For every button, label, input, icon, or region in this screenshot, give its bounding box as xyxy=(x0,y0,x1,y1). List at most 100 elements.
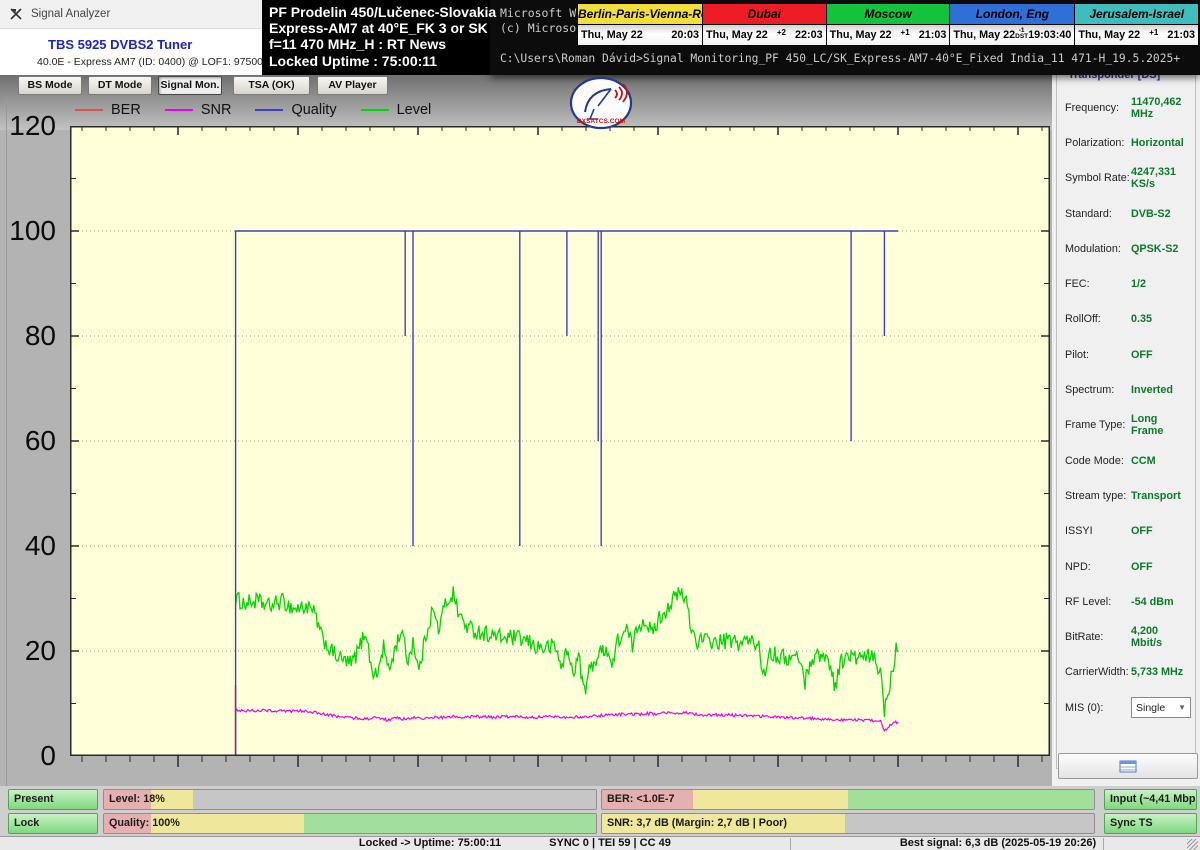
snr-bar: SNR: 3,7 dB (Margin: 2,7 dB | Poor) xyxy=(601,813,1095,834)
field-value: 11470,462 MHz xyxy=(1131,95,1182,120)
y-tick-label: 80 xyxy=(24,320,56,351)
field-label: Standard: xyxy=(1065,207,1112,220)
uptime-status: Locked -> Uptime: 75:00:11 xyxy=(358,837,502,849)
field-value: DVB-S2 xyxy=(1131,207,1171,220)
level-swatch xyxy=(360,109,389,111)
field-value: Horizontal xyxy=(1131,136,1184,149)
ber-bar: BER: <1.0E-7 xyxy=(601,789,1095,810)
tab-bs-mode[interactable]: BS Mode xyxy=(18,76,82,95)
bar-zone xyxy=(692,790,848,809)
clock-city-label: Dubai xyxy=(703,4,826,26)
transponder-field-row: Spectrum: Inverted xyxy=(1065,372,1191,407)
mis-dropdown[interactable]: Single ▼ xyxy=(1131,697,1191,719)
sidebar-export-button[interactable] xyxy=(1058,753,1198,779)
tab-tsa[interactable]: TSA (OK) xyxy=(233,76,310,95)
field-label: Code Mode: xyxy=(1065,454,1124,467)
field-label: Frequency: xyxy=(1065,101,1120,114)
tab-signal-mon[interactable]: Signal Mon. xyxy=(158,76,222,95)
legend-item-level: Level xyxy=(360,102,431,118)
quality-swatch xyxy=(255,109,284,111)
strip-divider xyxy=(790,838,791,850)
field-label: Frame Type: xyxy=(1065,419,1126,432)
field-label: ISSYI xyxy=(1065,525,1093,538)
mis-row: MIS (0): Single ▼ xyxy=(1065,690,1191,725)
field-value: 4247,331 KS/s xyxy=(1131,166,1177,191)
dxsatcs-logo: DXSATCS.COM xyxy=(569,76,633,135)
field-value: QPSK-S2 xyxy=(1131,242,1179,255)
lock-indicator: Lock xyxy=(8,813,98,834)
clock-city-label: Berlin-Paris-Vienna-Roma xyxy=(578,4,702,26)
bar-zone xyxy=(304,814,596,833)
chart-legend: BER SNR Quality Level xyxy=(75,100,455,120)
level-bar: Level: 18% xyxy=(103,789,597,810)
field-value: 5,733 MHz xyxy=(1131,666,1184,679)
legend-item-snr: SNR xyxy=(164,102,231,118)
quality-bar: Quality: 100% xyxy=(103,813,597,834)
transponder-field-row: Frame Type: Long Frame xyxy=(1065,408,1191,443)
caption-line: PF Prodelin 450/Lučenec-Slovakia xyxy=(269,4,497,20)
status-bar-region: Present Level: 18% BER: <1.0E-7 Input (~… xyxy=(0,786,1200,836)
y-tick-label: 40 xyxy=(24,530,56,561)
ber-swatch xyxy=(75,109,103,111)
clock-city-label: Moscow xyxy=(826,4,950,26)
tab-av-player[interactable]: AV Player xyxy=(317,76,388,95)
field-value: -54 dBm xyxy=(1131,595,1174,608)
field-label: RollOff: xyxy=(1065,313,1101,326)
legend-item-ber: BER xyxy=(75,102,141,118)
transponder-field-row: Symbol Rate: 4247,331 KS/s xyxy=(1065,161,1191,196)
clock-london: London, Eng Thu, May 22 -1 DST 19:03:40 xyxy=(950,4,1075,45)
caption-line: Locked Uptime : 75:00:11 xyxy=(269,52,438,69)
app-icon xyxy=(10,8,22,20)
field-value: 0.35 xyxy=(1131,313,1153,326)
transponder-field-row: Modulation: QPSK-S2 xyxy=(1065,231,1191,266)
field-label: BitRate: xyxy=(1065,631,1104,644)
resize-grip[interactable] xyxy=(1187,839,1198,850)
best-signal: Best signal: 6,3 dB (2025-05-19 20:26) xyxy=(899,837,1097,849)
y-tick-label: 100 xyxy=(9,215,56,246)
cmd-text: (c) Microso xyxy=(500,21,577,35)
clock-dubai: Dubai Thu, May 22 +2 22:03 xyxy=(703,4,826,45)
clock-time: 21:03 xyxy=(1167,29,1196,42)
clock-offset: +2 xyxy=(776,27,786,37)
mis-label: MIS (0): xyxy=(1065,701,1104,714)
clock-date: Thu, May 22 xyxy=(953,29,1016,42)
field-label: Symbol Rate: xyxy=(1065,172,1130,185)
world-clock-strip: Berlin-Paris-Vienna-Roma Thu, May 22 20:0… xyxy=(577,3,1199,46)
field-label: Modulation: xyxy=(1065,242,1121,255)
signal-chart xyxy=(70,126,1050,771)
snr-swatch xyxy=(164,109,193,111)
app-root: Signal Analyzer TBS 5925 DVBS2 Tuner 40.… xyxy=(0,0,1200,850)
clock-date: Thu, May 22 xyxy=(829,29,892,42)
field-label: Pilot: xyxy=(1065,348,1090,361)
transponder-field-row: Stream type: Transport xyxy=(1065,478,1191,513)
transponder-field-row: Pilot: OFF xyxy=(1065,337,1191,372)
clock-date: Thu, May 22 xyxy=(581,29,643,42)
transponder-field-row: Standard: DVB-S2 xyxy=(1065,196,1191,231)
clock-offset: +1 xyxy=(1149,27,1159,37)
transponder-field-row: RollOff: 0.35 xyxy=(1065,302,1191,337)
clock-offset: +1 xyxy=(900,27,910,37)
transponder-field-row: BitRate: 4,200 Mbit/s xyxy=(1065,619,1191,654)
transponder-field-row: Polarization: Horizontal xyxy=(1065,125,1191,160)
table-icon xyxy=(1119,760,1137,772)
clock-jerusalem: Jerusalem-Israel Thu, May 22 +1 21:03 xyxy=(1075,4,1199,45)
transponder-field-row: Code Mode: CCM xyxy=(1065,443,1191,478)
tab-dt-mode[interactable]: DT Mode xyxy=(88,76,152,95)
cmd-prompt: C:\Users\Roman Dávid>Signal Monitoring_P… xyxy=(500,52,1181,65)
caption-line: Express-AM7 at 40°E_FK 3 or SK xyxy=(269,20,488,37)
field-value: 4,200 Mbit/s xyxy=(1131,625,1163,650)
caption-line: f=11 470 MHz_H : RT News xyxy=(269,36,447,53)
transponder-fields: Frequency: 11470,462 MHz Polarization: Hori… xyxy=(1065,90,1191,725)
tuner-name: TBS 5925 DVBS2 Tuner xyxy=(48,37,193,52)
field-label: FEC: xyxy=(1065,278,1090,291)
clock-time: 20:03 xyxy=(671,29,699,42)
bar-zone xyxy=(848,790,1094,809)
legend-item-quality: Quality xyxy=(255,102,337,118)
field-value: Long Frame xyxy=(1131,413,1164,438)
caption-overlay: PF Prodelin 450/Lučenec-Slovakia Express… xyxy=(262,0,497,75)
transponder-groupbox: Transponder [DS] Frequency: 11470,462 MHz… xyxy=(1056,69,1196,769)
logo-text: DXSATCS.COM xyxy=(577,118,626,125)
transponder-field-row: CarrierWidth: 5,733 MHz xyxy=(1065,655,1191,690)
y-tick-label: 0 xyxy=(40,740,56,771)
clock-city-label: Jerusalem-Israel xyxy=(1075,4,1199,26)
